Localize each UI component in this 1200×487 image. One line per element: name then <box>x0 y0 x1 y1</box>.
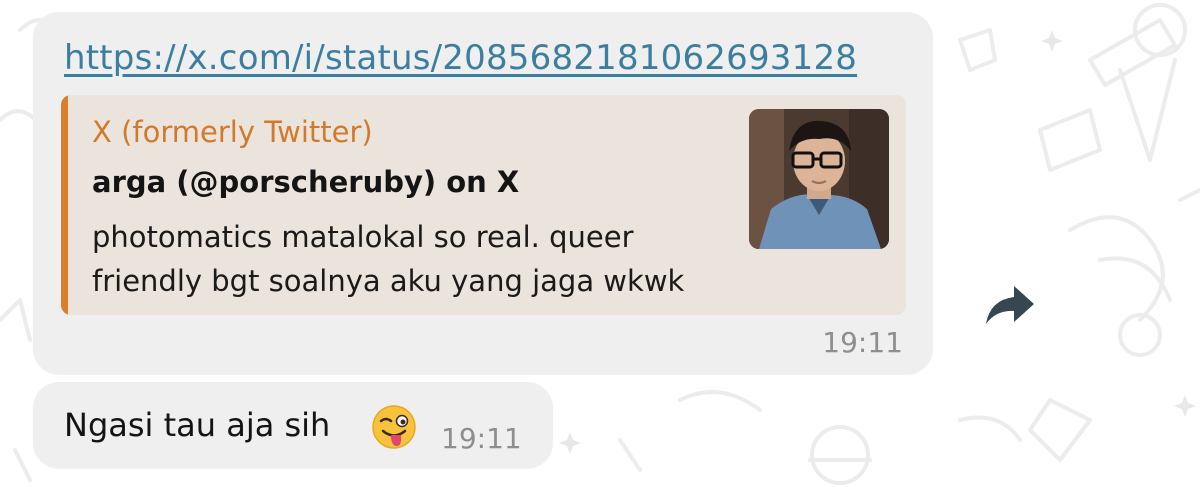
winking-face-with-tongue-icon <box>372 405 416 449</box>
status-link[interactable]: https://x.com/i/status/20856821810626931… <box>64 38 857 78</box>
preview-accent-bar <box>61 95 68 315</box>
profile-photo-icon <box>749 109 889 249</box>
preview-site-name: X (formerly Twitter) <box>92 115 373 149</box>
preview-thumbnail <box>749 109 889 249</box>
text-message-bubble[interactable]: Ngasi tau aja sih 19:11 <box>33 382 553 468</box>
message-timestamp: 19:11 <box>441 422 522 455</box>
link-message-bubble[interactable]: https://x.com/i/status/20856821810626931… <box>33 12 933 374</box>
message-text: Ngasi tau aja sih <box>64 406 331 444</box>
forward-arrow-icon[interactable] <box>982 280 1038 328</box>
message-timestamp: 19:11 <box>822 326 903 359</box>
preview-title: arga (@porscheruby) on X <box>92 165 520 199</box>
link-preview-card[interactable]: X (formerly Twitter) arga (@porscheruby)… <box>61 95 906 315</box>
preview-description: photomatics matalokal so real. queer fri… <box>92 220 685 298</box>
